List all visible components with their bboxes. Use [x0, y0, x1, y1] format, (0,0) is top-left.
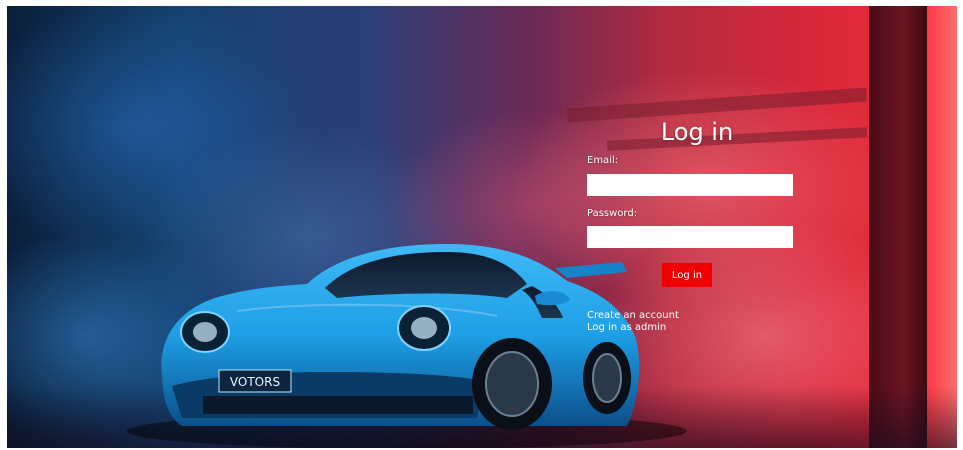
login-title: Log in: [660, 118, 734, 146]
car-grille: [203, 396, 473, 414]
login-page: VOTORS Log in Email: Password: Log in Cr…: [7, 6, 957, 448]
create-account-link[interactable]: Create an account: [587, 310, 679, 321]
license-plate-text: VOTORS: [230, 375, 280, 389]
sports-car-image: VOTORS: [127, 244, 687, 448]
admin-login-link[interactable]: Log in as admin: [587, 322, 666, 333]
car-spoiler: [555, 262, 627, 278]
email-field[interactable]: [587, 174, 793, 196]
password-label: Password:: [587, 208, 638, 219]
car-rim: [592, 353, 622, 403]
login-button[interactable]: Log in: [662, 263, 712, 287]
email-label: Email:: [587, 155, 619, 166]
car-headlight-left-bulb: [193, 322, 217, 342]
car-rim: [485, 351, 539, 417]
password-field[interactable]: [587, 226, 793, 248]
car-headlight-right-bulb: [411, 317, 437, 339]
